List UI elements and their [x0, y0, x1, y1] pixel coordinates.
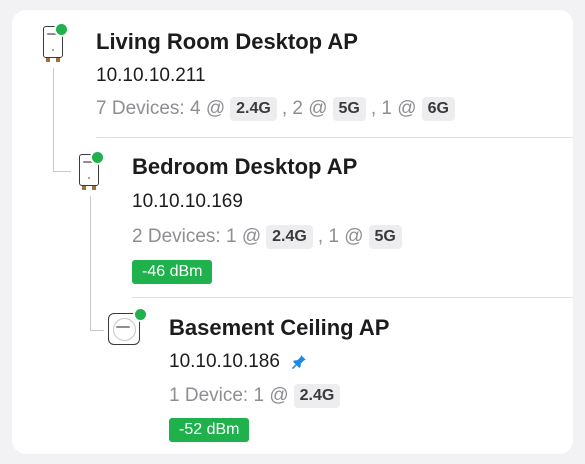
band-badge: 2.4G [230, 97, 277, 121]
tree-connector [53, 68, 54, 172]
ap-ip-address: 10.10.10.211 [96, 65, 206, 86]
ap-ip-address: 10.10.10.169 [132, 191, 243, 212]
online-status-dot [133, 307, 148, 322]
device-count: 1 Device: 1 @ 2.4G [169, 384, 345, 408]
band-badge: 5G [368, 225, 402, 249]
device-count: 7 Devices: 4 @ 2.4G , 2 @ 5G , 1 @ 6G [96, 97, 460, 121]
ap-ip-address: 10.10.10.186 [169, 351, 308, 373]
band-badge: 5G [332, 97, 366, 121]
pin-icon[interactable] [290, 353, 308, 371]
tree-connector [53, 171, 71, 172]
ap-name: Bedroom Desktop AP [132, 154, 358, 179]
band-badge: 6G [421, 97, 455, 121]
ap-name: Basement Ceiling AP [169, 315, 390, 340]
desktop-ap-icon [79, 150, 111, 192]
online-status-dot [54, 22, 69, 37]
ap-name: Living Room Desktop AP [96, 29, 358, 54]
divider [132, 297, 573, 298]
signal-strength-badge: -52 dBm [169, 418, 250, 442]
tree-connector [90, 196, 91, 330]
band-badge: 2.4G [266, 225, 313, 249]
tree-connector [90, 330, 104, 331]
ceiling-ap-icon [108, 307, 148, 348]
band-badge: 2.4G [293, 384, 341, 408]
divider [96, 137, 573, 138]
ap-topology-card: Living Room Desktop AP 10.10.10.211 7 De… [12, 10, 573, 454]
signal-strength-badge: -46 dBm [132, 260, 213, 284]
device-count: 2 Devices: 1 @ 2.4G , 1 @ 5G [132, 225, 407, 249]
desktop-ap-icon [43, 22, 75, 64]
online-status-dot [90, 150, 105, 165]
